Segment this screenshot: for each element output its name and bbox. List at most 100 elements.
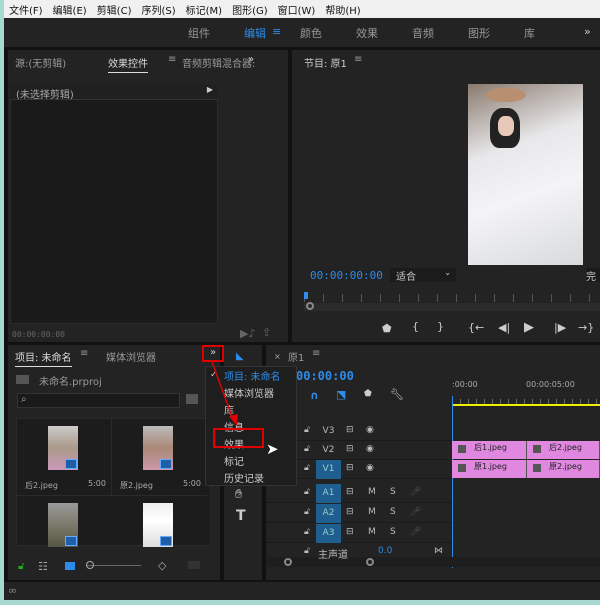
fit-dropdown[interactable]: 适合 ⌄	[390, 268, 456, 283]
timeline-ruler[interactable]	[452, 392, 600, 406]
add-marker-icon[interactable]: ⬟	[382, 322, 392, 335]
sync-icon[interactable]: ⊟	[346, 425, 354, 435]
tab-source[interactable]: 源:(无剪辑)	[15, 55, 66, 70]
hamburger-icon[interactable]: ≡	[168, 54, 176, 65]
menu-help[interactable]: 帮助(H)	[320, 2, 365, 17]
tab-sequence[interactable]: 原1	[288, 349, 304, 364]
eye-icon[interactable]: ◉	[366, 463, 374, 473]
menu-sequence[interactable]: 序列(S)	[136, 2, 180, 17]
clip[interactable]: 后1.jpeg	[452, 441, 527, 459]
step-back-icon[interactable]: ◀|	[498, 321, 510, 334]
mic-icon[interactable]: 🎤︎	[410, 487, 421, 497]
mic-icon[interactable]: 🎤︎	[410, 507, 421, 517]
play-icon[interactable]: ▶	[524, 320, 534, 335]
tab-project[interactable]: 项目: 未命名	[15, 349, 72, 367]
sync-icon[interactable]: ⊟	[346, 444, 354, 454]
hand-tool-icon[interactable]: ✋︎	[235, 487, 242, 502]
clip[interactable]: 后2.jpeg	[527, 441, 600, 459]
media-item[interactable]: 后2.jpeg 5:00	[17, 419, 112, 496]
menu-file[interactable]: 文件(F)	[4, 2, 48, 17]
play-arrow-icon[interactable]: ▶	[207, 85, 213, 94]
wrench-icon[interactable]: 🔧︎	[390, 388, 404, 401]
solo-button[interactable]: S	[390, 487, 396, 497]
sort-icon[interactable]: ◇	[158, 559, 166, 572]
mark-out-icon[interactable]: }	[437, 320, 444, 333]
master-volume[interactable]: 0.0	[378, 546, 392, 556]
playhead[interactable]	[304, 292, 308, 299]
hamburger-icon[interactable]: ≡	[80, 348, 88, 359]
lock-icon[interactable]: 🔓︎	[304, 507, 310, 517]
close-icon[interactable]: ×	[274, 352, 281, 361]
audio-icon[interactable]: ▶♪	[240, 327, 255, 340]
hamburger-icon[interactable]: ≡	[312, 348, 320, 359]
go-to-in-icon[interactable]: {←	[468, 321, 484, 334]
solo-button[interactable]: S	[390, 527, 396, 537]
track-name[interactable]: A2	[316, 504, 341, 523]
eye-icon[interactable]: ◉	[366, 444, 374, 454]
workspace-color[interactable]: 颜色	[300, 25, 322, 41]
mute-button[interactable]: M	[368, 507, 376, 517]
track-name[interactable]: V2	[316, 441, 341, 460]
mic-icon[interactable]: 🎤︎	[410, 527, 421, 537]
timeline-timecode[interactable]: 00:00:00	[296, 369, 354, 383]
mark-in-icon[interactable]: {	[412, 320, 419, 333]
creative-cloud-icon[interactable]: ∞	[8, 584, 17, 597]
hamburger-icon[interactable]: ≡	[354, 54, 362, 65]
more-workspaces-button[interactable]: »	[584, 25, 591, 38]
menu-item-history[interactable]: 历史记录	[224, 470, 264, 485]
list-view-icon[interactable]: ☷	[38, 560, 48, 573]
hamburger-icon[interactable]: ≡	[272, 25, 281, 38]
quality-dropdown[interactable]: 完	[586, 268, 600, 283]
clip[interactable]: 原2.jpeg	[527, 460, 600, 478]
new-bin-icon[interactable]	[186, 394, 198, 404]
tab-audio-clip-mixer[interactable]: 音频剪辑混合器:	[182, 55, 255, 70]
media-item[interactable]: 原2.jpeg 5:00	[112, 419, 207, 496]
linked-selection-icon[interactable]: ⬔	[336, 388, 346, 401]
more-panels-button[interactable]: »	[248, 54, 254, 65]
zoom-scrollbar[interactable]	[304, 302, 600, 311]
zoom-slider[interactable]	[86, 561, 141, 569]
program-timecode[interactable]: 00:00:00:00	[310, 269, 383, 282]
sync-icon[interactable]: ⊟	[346, 487, 354, 497]
step-forward-icon[interactable]: |▶	[554, 321, 566, 334]
mute-button[interactable]: M	[368, 487, 376, 497]
lock-icon[interactable]: 🔓︎	[304, 546, 310, 556]
lock-icon[interactable]: 🔓︎	[304, 444, 310, 454]
tab-effect-controls[interactable]: 效果控件	[108, 55, 148, 73]
add-marker-icon[interactable]: ⬟	[364, 389, 372, 399]
workspace-editing[interactable]: 编辑	[244, 25, 266, 41]
menu-clip[interactable]: 剪辑(C)	[92, 2, 137, 17]
menu-marker[interactable]: 标记(M)	[181, 2, 227, 17]
track-name[interactable]: A3	[316, 524, 341, 543]
snap-icon[interactable]: ∩	[310, 389, 319, 402]
automate-icon[interactable]	[188, 561, 200, 569]
export-icon[interactable]: ⇪	[262, 326, 271, 339]
lock-icon[interactable]: 🔓︎	[304, 463, 310, 473]
go-to-out-icon[interactable]: →}	[578, 321, 594, 334]
lock-icon[interactable]: 🔓︎	[304, 527, 310, 537]
lock-icon[interactable]: 🔓︎	[18, 561, 24, 572]
clip[interactable]: 原1.jpeg	[452, 460, 527, 478]
media-item[interactable]	[17, 496, 112, 547]
timeline-playhead[interactable]	[452, 396, 453, 568]
icon-view-icon[interactable]	[65, 562, 75, 570]
media-item[interactable]	[112, 496, 207, 547]
tab-media-browser[interactable]: 媒体浏览器	[106, 349, 156, 364]
type-tool-icon[interactable]: T	[236, 508, 246, 524]
search-input[interactable]: ⌕	[17, 393, 180, 408]
mute-button[interactable]: M	[368, 527, 376, 537]
time-ruler[interactable]	[304, 294, 600, 302]
track-name[interactable]: A1	[316, 484, 341, 503]
menu-graphics[interactable]: 图形(G)	[227, 2, 273, 17]
lock-icon[interactable]: 🔓︎	[304, 487, 310, 497]
eye-icon[interactable]: ◉	[366, 425, 374, 435]
workspace-audio[interactable]: 音频	[412, 25, 434, 41]
menu-edit[interactable]: 编辑(E)	[48, 2, 92, 17]
menu-item-markers[interactable]: 标记	[224, 453, 244, 468]
workspace-libraries[interactable]: 库	[524, 25, 535, 41]
menu-window[interactable]: 窗口(W)	[273, 2, 321, 17]
track-name[interactable]: V3	[316, 422, 341, 441]
workspace-assembly[interactable]: 组件	[188, 25, 210, 41]
track-name[interactable]: V1	[316, 460, 341, 479]
program-title[interactable]: 节目: 原1	[304, 55, 347, 70]
